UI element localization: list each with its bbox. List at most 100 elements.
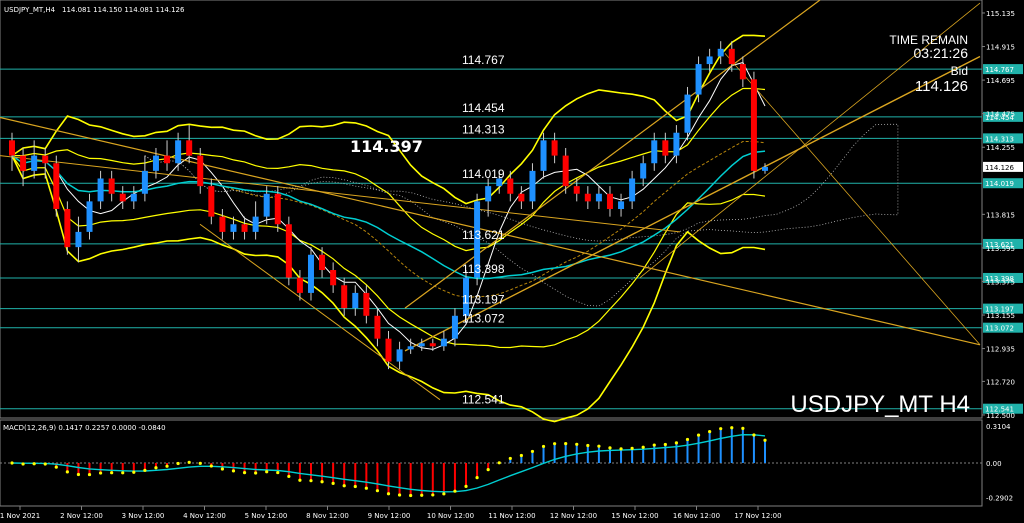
time-tick-label: 2 Nov 12:00 [60, 512, 103, 520]
candle-body [64, 209, 71, 248]
macd-tick-label: 0.00 [986, 460, 1002, 468]
time-tick-label: 4 Nov 12:00 [183, 512, 226, 520]
macd-dot [619, 447, 623, 451]
macd-dot [353, 484, 357, 489]
candle-body [750, 79, 757, 171]
candle-body [640, 163, 647, 179]
macd-dot [663, 442, 667, 447]
candle-body [385, 338, 392, 362]
candle-body [651, 140, 658, 164]
level-label: 114.019 [462, 167, 505, 181]
macd-dot [508, 456, 512, 461]
macd-tick-label: 0.3104 [986, 423, 1011, 431]
price-tick-label: 112.935 [986, 346, 1015, 354]
candle-body [551, 140, 558, 156]
macd-dot [65, 470, 69, 474]
macd-dot [32, 462, 36, 466]
time-tick-label: 3 Nov 12:00 [122, 512, 165, 520]
level-label: 112.541 [462, 393, 505, 407]
macd-dot [342, 484, 346, 488]
time-tick-label: 17 Nov 12:00 [734, 512, 781, 520]
candle-body [451, 315, 458, 339]
macd-dot [652, 443, 656, 447]
macd-dot [231, 469, 236, 473]
level-label: 113.398 [462, 262, 505, 276]
candle-body [296, 277, 303, 293]
macd-dot [386, 492, 391, 496]
macd-dot [298, 478, 302, 482]
price-tick-label: 114.695 [986, 77, 1015, 85]
macd-dot [331, 481, 335, 485]
macd-dot [530, 449, 535, 454]
chart-window[interactable]: 114.767 114.767 114.454 114.454 114.313 114.3… [0, 0, 1024, 523]
candles [9, 41, 768, 370]
candle-body [529, 170, 536, 202]
time-tick-label: 16 Nov 12:00 [673, 512, 720, 520]
level-labels: 114.767114.767114.454114.454114.313114.3… [462, 53, 1023, 414]
candle-body [141, 170, 148, 194]
candle-body [341, 285, 348, 309]
candle-body [208, 186, 215, 217]
candle-body [86, 201, 93, 232]
price-tick-label: 113.815 [986, 211, 1015, 219]
price-tick-label: 114.915 [986, 44, 1015, 52]
macd-dot [708, 429, 712, 434]
candle-body [485, 186, 492, 202]
candle-body [219, 216, 226, 232]
macd-dot [519, 453, 523, 458]
macd-indicator: 0.3104 0.00 -0.2902 [0, 423, 1013, 503]
bollinger-upper-2sd [11, 34, 766, 205]
macd-dot [254, 471, 258, 475]
macd-dot [564, 442, 568, 446]
macd-dot [475, 476, 479, 480]
macd-dot [575, 442, 579, 446]
candle-body [20, 155, 27, 171]
macd-dot [209, 464, 213, 468]
level-price-tag-label: 113.072 [985, 325, 1014, 333]
candle-body [717, 48, 724, 57]
price-tick-label: 115.135 [986, 10, 1015, 18]
price-tick-label: 113.595 [986, 245, 1015, 253]
macd-dot [121, 471, 125, 475]
candle-body [130, 193, 137, 202]
level-price-tag-label: 114.767 [985, 66, 1014, 74]
macd-tick-label: -0.2902 [986, 495, 1013, 503]
macd-dot [21, 462, 25, 466]
ma-26 [11, 150, 766, 280]
macd-dot [110, 471, 114, 475]
time-tick-label: 15 Nov 12:00 [611, 512, 658, 520]
candle-body [119, 193, 126, 202]
highlight-price-label: 114.397 [350, 137, 423, 156]
candle-body [53, 163, 60, 209]
macd-dot [309, 479, 313, 483]
macd-dot [464, 484, 468, 488]
macd-dot [98, 471, 103, 475]
macd-dot [674, 441, 679, 445]
candle-body [618, 201, 625, 209]
level-label: 113.197 [462, 293, 505, 307]
macd-dot [242, 471, 247, 475]
candle-body [562, 155, 569, 187]
level-label: 114.313 [462, 122, 505, 136]
candle-body [418, 343, 425, 347]
candle-body [307, 254, 314, 293]
price-tick-label: 114.475 [986, 111, 1015, 119]
price-chart[interactable]: 114.767114.767114.454114.454114.313114.3… [0, 0, 1024, 523]
candle-body [518, 193, 525, 202]
macd-dot [696, 433, 701, 437]
ichimoku-cloud-outline [144, 123, 899, 307]
candle-body [252, 216, 259, 232]
candle-body [540, 140, 547, 171]
macd-dot [10, 461, 14, 465]
candle-body [374, 315, 381, 339]
macd-dot [431, 493, 435, 497]
candle-body [429, 343, 436, 347]
macd-dot [220, 467, 224, 471]
watermark: USDJPY_MT H4 [790, 391, 970, 418]
bid-label: Bid [951, 64, 968, 78]
macd-dot [397, 493, 402, 497]
macd-dot [497, 461, 501, 465]
candle-body [197, 155, 204, 187]
macd-dot [641, 445, 645, 449]
candle-body [728, 48, 735, 65]
